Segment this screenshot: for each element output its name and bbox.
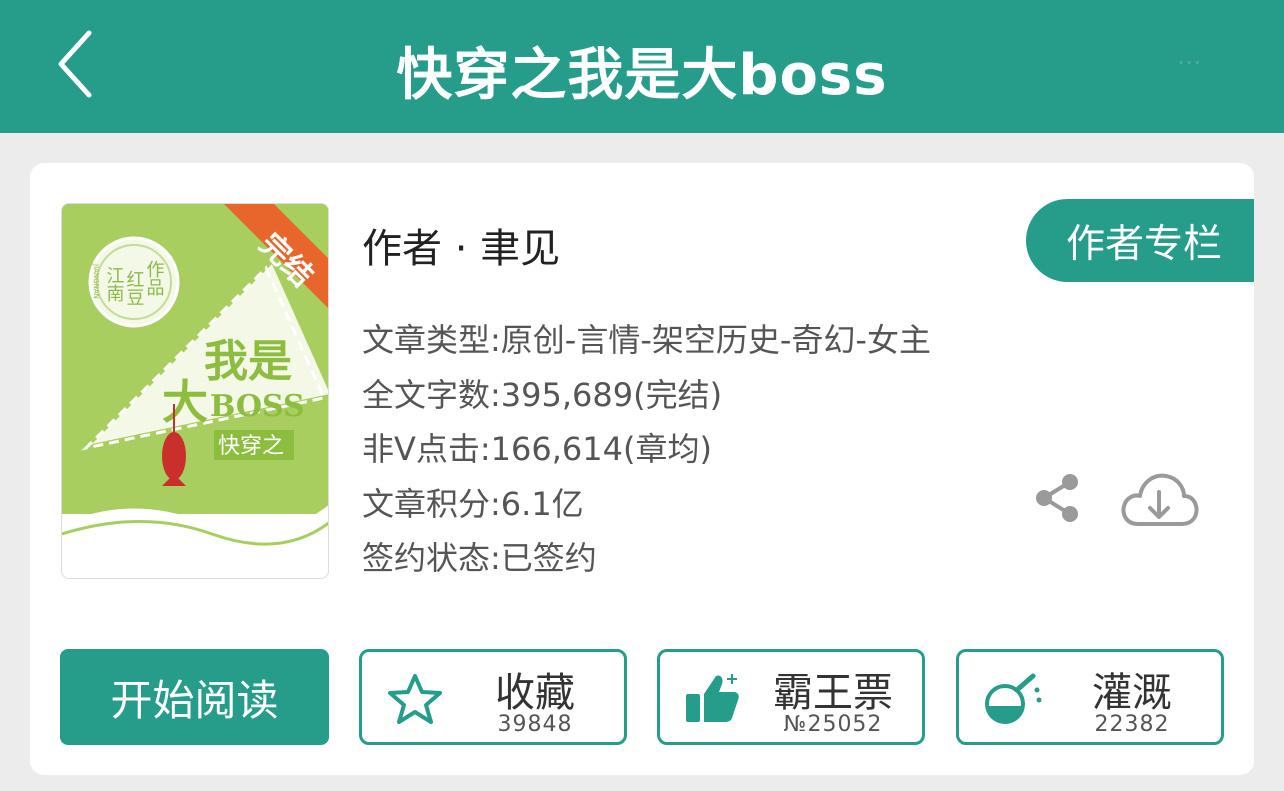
page-title: 快穿之我是大boss — [396, 43, 888, 108]
water-label: 灌溉 — [1092, 670, 1172, 716]
info-contract: 签约状态:已签约 — [362, 539, 597, 577]
author-column-button[interactable]: 作者专栏 — [1026, 199, 1254, 282]
cover-title-2-en: BOSS — [210, 389, 305, 424]
author-name[interactable]: 作者 · 聿见 — [362, 216, 560, 274]
vote-label: 霸王票 — [773, 670, 893, 716]
favorite-count: 39848 — [497, 712, 573, 737]
start-reading-button[interactable]: 开始阅读 — [60, 649, 329, 745]
download-button[interactable] — [1118, 466, 1200, 532]
share-icon — [1036, 474, 1078, 522]
favorite-button[interactable]: 收藏 39848 — [359, 649, 627, 745]
cover-subtitle: 快穿之 — [218, 434, 284, 459]
menu-icon[interactable]: ⋯ — [1154, 48, 1224, 84]
star-icon — [388, 674, 442, 724]
book-cover[interactable]: 江南 作品 红豆 JIANGNAN 我是 大 BOSS 快穿之 完结 — [61, 203, 329, 579]
cover-stamp-en: JIANGNAN — [92, 263, 100, 299]
water-button[interactable]: 灌溉 22382 — [956, 649, 1224, 745]
vote-count: №25052 — [783, 712, 883, 737]
vote-button[interactable]: 霸王票 №25052 — [657, 649, 925, 745]
water-count: 22382 — [1094, 712, 1170, 737]
info-score: 文章积分:6.1亿 — [362, 485, 584, 523]
favorite-label: 收藏 — [495, 670, 575, 716]
cover-stamp-1: 江南 — [104, 266, 125, 302]
flask-icon — [985, 673, 1042, 724]
cover-stamp-3: 红豆 — [124, 270, 145, 306]
top-bar: 快穿之我是大boss ⋯ — [0, 0, 1284, 133]
info-clicks: 非V点击:166,614(章均) — [362, 430, 712, 468]
info-words: 全文字数:395,689(完结) — [362, 376, 723, 414]
cover-title-1: 我是 — [204, 336, 292, 387]
cover-stamp-2: 作品 — [144, 260, 165, 296]
cloud-download-icon — [1121, 473, 1199, 526]
info-type: 文章类型:原创-言情-架空历史-奇幻-女主 — [362, 321, 931, 359]
share-button[interactable] — [1030, 470, 1086, 526]
cover-title-2-cn: 大 — [162, 375, 208, 429]
thumbs-up-icon — [686, 674, 739, 722]
cover-art: 江南 作品 红豆 JIANGNAN 我是 大 BOSS 快穿之 完结 — [62, 204, 328, 578]
